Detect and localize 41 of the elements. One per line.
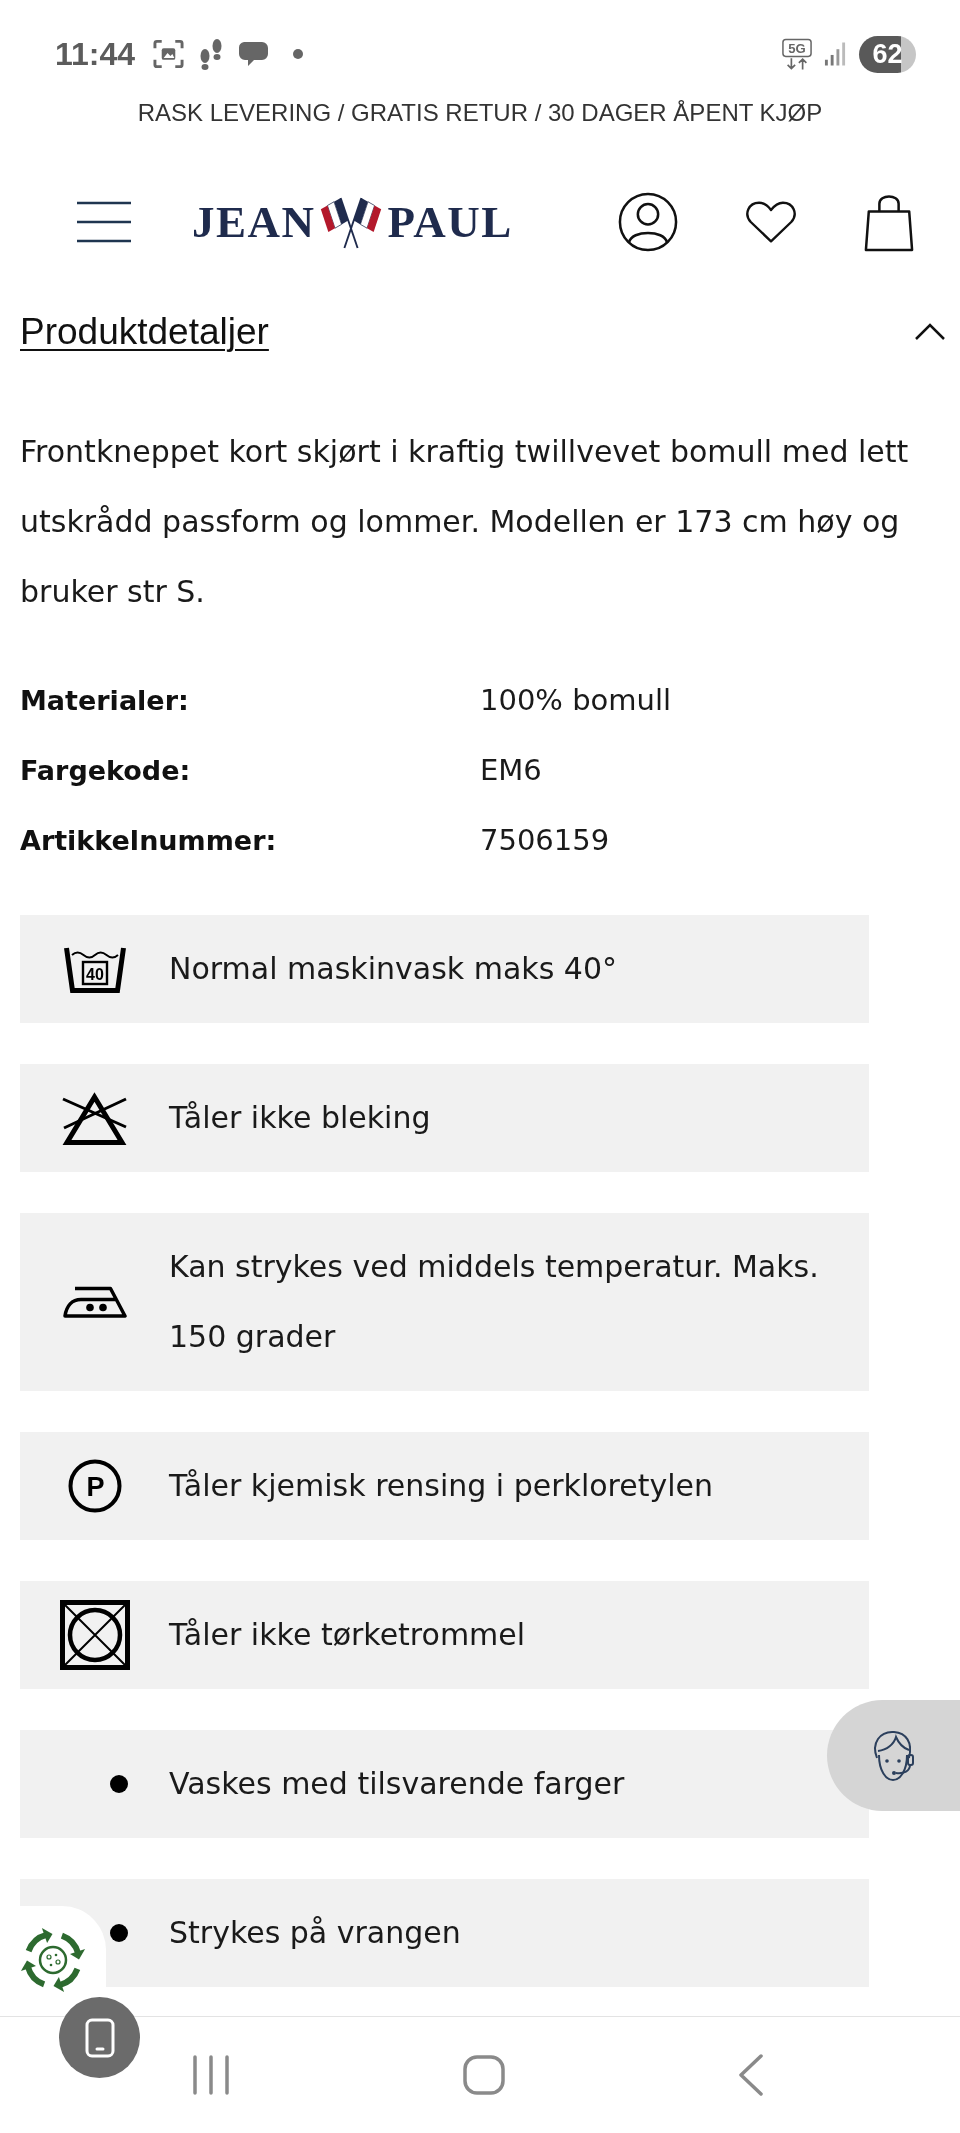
spec-value: EM6 (480, 753, 543, 787)
iron-icon (62, 1286, 127, 1318)
spec-value: 7506159 (480, 823, 611, 857)
circled-letter-icon: P (67, 1459, 122, 1513)
care-text: Normal maskinvask maks 40° (169, 950, 618, 988)
spec-label: Materialer: (20, 684, 190, 716)
product-description: Frontkneppet kort skjørt i kraftig twillvevet bomull med lett utskrådd passform og lommer. Modellen er 173 cm høy og bruker str S. (20, 433, 910, 611)
home-icon (463, 2055, 505, 2095)
section-title[interactable]: Produktdetaljer (20, 311, 269, 353)
bullet-dot-icon (110, 1775, 128, 1793)
home-button[interactable] (463, 2055, 505, 2095)
recent-apps-button[interactable] (192, 2055, 230, 2095)
logo-text[interactable]: PAUL (387, 199, 513, 245)
spec-label: Fargekode: (20, 754, 192, 786)
care-text: Tåler kjemisk rensing i perkloretylen (169, 1467, 714, 1505)
phone-icon (84, 2017, 115, 2058)
bullet-dot-icon (110, 1924, 128, 1942)
user-icon[interactable] (618, 192, 678, 252)
status-time: 11:44 (55, 35, 136, 73)
heart-icon[interactable] (744, 199, 798, 245)
recents-icon (192, 2055, 230, 2095)
crossed-triangle-icon (62, 1090, 127, 1146)
care-text: Kan strykes ved middels temperatur. Maks. 150 grader (169, 1248, 820, 1356)
care-text: Vaskes med tilsvarende farger (169, 1765, 625, 1803)
promo-text: RASK LEVERING / GRATIS RETUR / 30 DAGER ÅPENT KJØP (137, 99, 823, 126)
spec-label: Artikkelnummer: (20, 824, 278, 856)
message-bubble-icon (238, 40, 270, 68)
caret-icon[interactable] (914, 323, 946, 341)
care-text: Strykes på vrangen (169, 1914, 461, 1952)
crossed-circle-square-icon (59, 1600, 130, 1670)
signal-icon (824, 41, 847, 67)
spec-value: 100% bomull (480, 683, 672, 717)
screenshot-icon (153, 39, 185, 69)
notification-dot-icon (293, 49, 304, 59)
back-icon (738, 2054, 764, 2096)
back-button[interactable] (738, 2054, 764, 2096)
logo-text[interactable]: JEAN (192, 199, 316, 245)
care-text: Tåler ikke bleking (169, 1099, 431, 1137)
support-chat-button[interactable] (827, 1700, 960, 1811)
care-text: Tåler ikke tørketrommel (169, 1616, 526, 1654)
menu-icon[interactable] (77, 201, 131, 243)
